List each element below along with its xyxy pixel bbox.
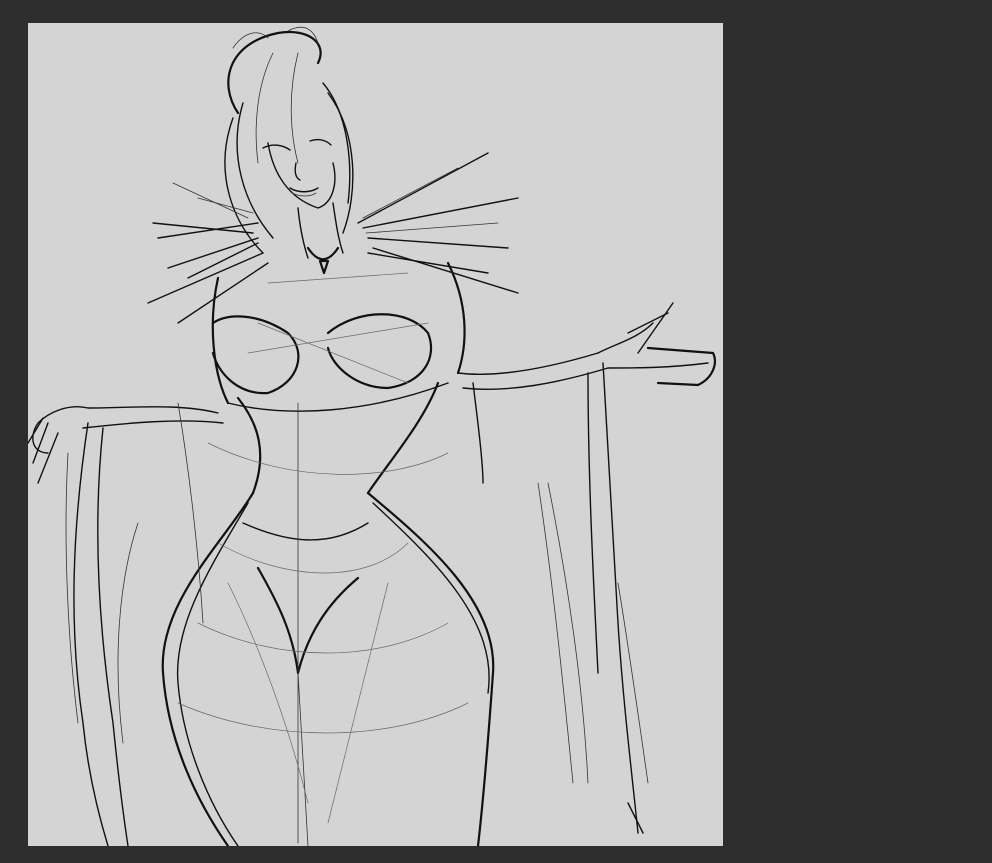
workspace xyxy=(0,0,992,863)
sketch-artwork xyxy=(28,26,716,846)
drawing-canvas[interactable] xyxy=(28,23,723,846)
